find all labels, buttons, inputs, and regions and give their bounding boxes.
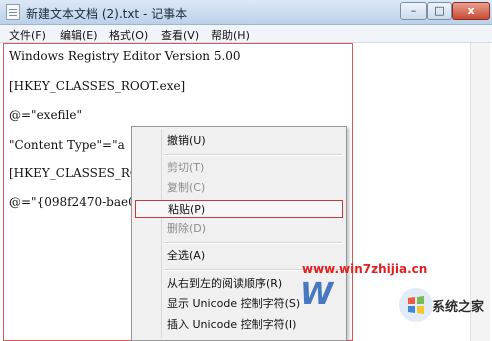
watermark-url: www.win7zhijia.cn: [302, 262, 428, 276]
menu-format[interactable]: 格式(O): [109, 27, 148, 43]
menu-separator: [164, 154, 342, 156]
menu-separator: [164, 242, 342, 244]
maximize-button[interactable]: □: [427, 2, 452, 20]
minimize-button[interactable]: –: [400, 2, 427, 20]
watermark-site-name: 系统之家: [432, 300, 485, 315]
menu-item-undo[interactable]: 撤销(U): [135, 132, 343, 150]
close-button[interactable]: x: [452, 2, 490, 20]
menu-item-insert-unicode-control[interactable]: 插入 Unicode 控制字符(I): [135, 316, 343, 334]
editor-line: "Content Type"="a: [9, 138, 125, 152]
editor-line: Windows Registry Editor Version 5.00: [9, 49, 241, 63]
menu-item-paste[interactable]: 粘贴(P): [135, 200, 343, 218]
menu-file[interactable]: 文件(F): [9, 27, 46, 43]
watermark-logo: W: [300, 277, 334, 312]
notepad-icon: [6, 4, 20, 20]
windows-logo-icon: [399, 288, 433, 322]
menu-item-cut[interactable]: 剪切(T): [135, 159, 343, 177]
editor-line: @="{098f2470-bae0: [9, 195, 136, 209]
editor-line: @="exefile": [9, 108, 83, 122]
window-title: 新建文本文档 (2).txt - 记事本: [26, 7, 188, 21]
menu-view[interactable]: 查看(V): [161, 27, 199, 43]
menu-item-delete[interactable]: 删除(D): [135, 220, 343, 238]
menu-bar: 文件(F) 编辑(E) 格式(O) 查看(V) 帮助(H): [0, 25, 492, 43]
menu-help[interactable]: 帮助(H): [211, 27, 250, 43]
editor-line: [HKEY_CLASSES_ROOT.exe]: [9, 79, 186, 93]
menu-edit[interactable]: 编辑(E): [60, 27, 98, 43]
title-bar: 新建文本文档 (2).txt - 记事本 – □ x: [0, 0, 492, 25]
menu-item-copy[interactable]: 复制(C): [135, 179, 343, 197]
